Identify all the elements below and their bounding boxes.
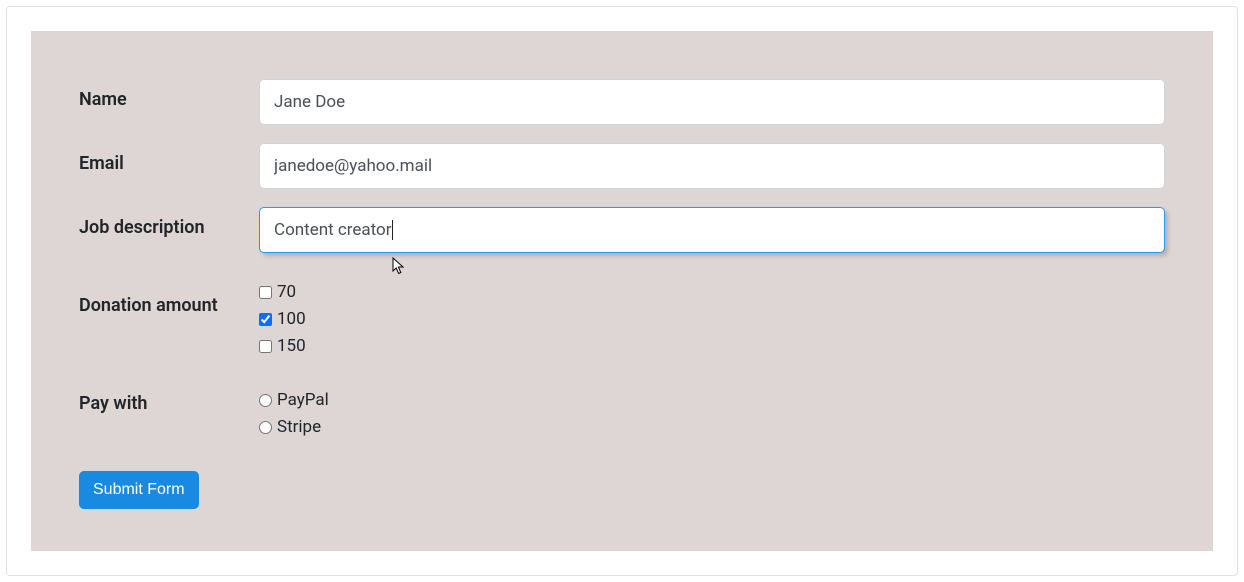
pay-option-label: Stripe — [277, 414, 321, 441]
input-col-job: Content creator — [259, 207, 1165, 253]
donation-checkbox-100[interactable] — [259, 313, 272, 326]
label-donation: Donation amount — [79, 279, 259, 316]
donation-options: 70 100 150 — [259, 279, 1165, 361]
paywith-options: PayPal Stripe — [259, 387, 1165, 441]
donation-option-label: 100 — [277, 306, 306, 333]
pay-radio-paypal[interactable] — [259, 394, 272, 407]
pay-radio-stripe[interactable] — [259, 421, 272, 434]
row-paywith: Pay with PayPal Stripe — [79, 387, 1165, 441]
donation-option-70: 70 — [259, 279, 1165, 306]
cursor-arrow-icon — [392, 257, 406, 277]
pay-option-stripe: Stripe — [259, 414, 1165, 441]
form-panel: Name Email Job description Content creat… — [31, 31, 1213, 551]
label-job: Job description — [79, 207, 259, 238]
input-col-name — [259, 79, 1165, 125]
submit-button[interactable]: Submit Form — [79, 471, 199, 509]
label-paywith: Pay with — [79, 387, 259, 414]
name-input[interactable] — [259, 79, 1165, 125]
row-job: Job description Content creator — [79, 207, 1165, 253]
row-name: Name — [79, 79, 1165, 125]
donation-option-150: 150 — [259, 333, 1165, 360]
pay-option-label: PayPal — [277, 387, 329, 414]
donation-checkbox-150[interactable] — [259, 340, 272, 353]
donation-checkbox-70[interactable] — [259, 286, 272, 299]
label-email: Email — [79, 143, 259, 174]
donation-option-label: 150 — [277, 333, 306, 360]
pay-option-paypal: PayPal — [259, 387, 1165, 414]
email-input[interactable] — [259, 143, 1165, 189]
donation-option-label: 70 — [277, 279, 296, 306]
donation-option-100: 100 — [259, 306, 1165, 333]
input-col-email — [259, 143, 1165, 189]
job-input[interactable]: Content creator — [259, 207, 1165, 253]
row-email: Email — [79, 143, 1165, 189]
card-container: Name Email Job description Content creat… — [6, 6, 1238, 576]
job-input-text: Content creator — [274, 220, 393, 240]
label-name: Name — [79, 79, 259, 110]
row-donation: Donation amount 70 100 150 — [79, 279, 1165, 361]
